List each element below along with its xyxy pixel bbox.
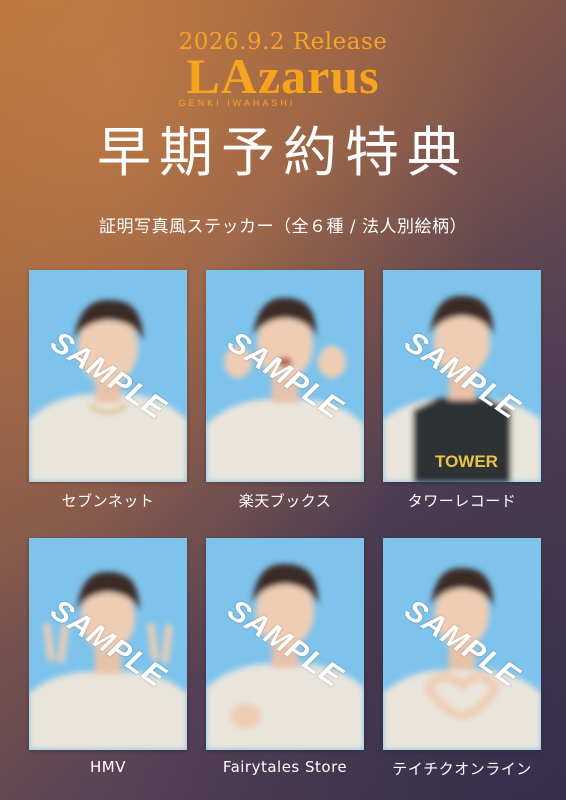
release-header: 2026.9.2 Release LAzarus GENKI IWAHASHI xyxy=(0,30,566,108)
sticker-card-hmv: SAMPLE HMV xyxy=(29,538,187,776)
sticker-photo: SAMPLE xyxy=(206,270,364,482)
retailer-label: テイチクオンライン xyxy=(392,760,532,778)
page-subtitle: 証明写真風ステッカー（全６種 / 法人別絵柄） xyxy=(98,217,468,237)
sticker-card-rakuten: SAMPLE 楽天ブックス xyxy=(206,270,364,511)
retailer-label: Fairytales Store xyxy=(222,758,348,776)
artist-name: GENKI IWAHASHI xyxy=(178,98,296,108)
retailer-label: タワーレコード xyxy=(407,492,517,510)
sticker-photo: SAMPLE xyxy=(206,538,364,750)
sticker-photo: SAMPLE xyxy=(383,538,541,750)
page-title: 早期予約特典 xyxy=(97,121,469,184)
sticker-photo: TOWER SAMPLE xyxy=(383,270,541,482)
retailer-label: HMV xyxy=(90,758,126,776)
sticker-card-sevennet: SAMPLE セブンネット xyxy=(29,270,187,511)
retailer-label: セブンネット xyxy=(61,492,155,510)
sticker-photo: SAMPLE xyxy=(29,538,187,750)
sticker-card-tower-records: TOWER SAMPLE タワーレコード xyxy=(383,270,541,511)
sticker-photo: SAMPLE xyxy=(29,270,187,482)
shirt-print: TOWER xyxy=(435,452,498,471)
retailer-label: 楽天ブックス xyxy=(238,492,332,510)
sticker-card-fairytales: SAMPLE Fairytales Store xyxy=(206,538,364,776)
sticker-card-teichiku: SAMPLE テイチクオンライン xyxy=(383,538,541,779)
album-logo: LAzarus xyxy=(186,48,380,104)
